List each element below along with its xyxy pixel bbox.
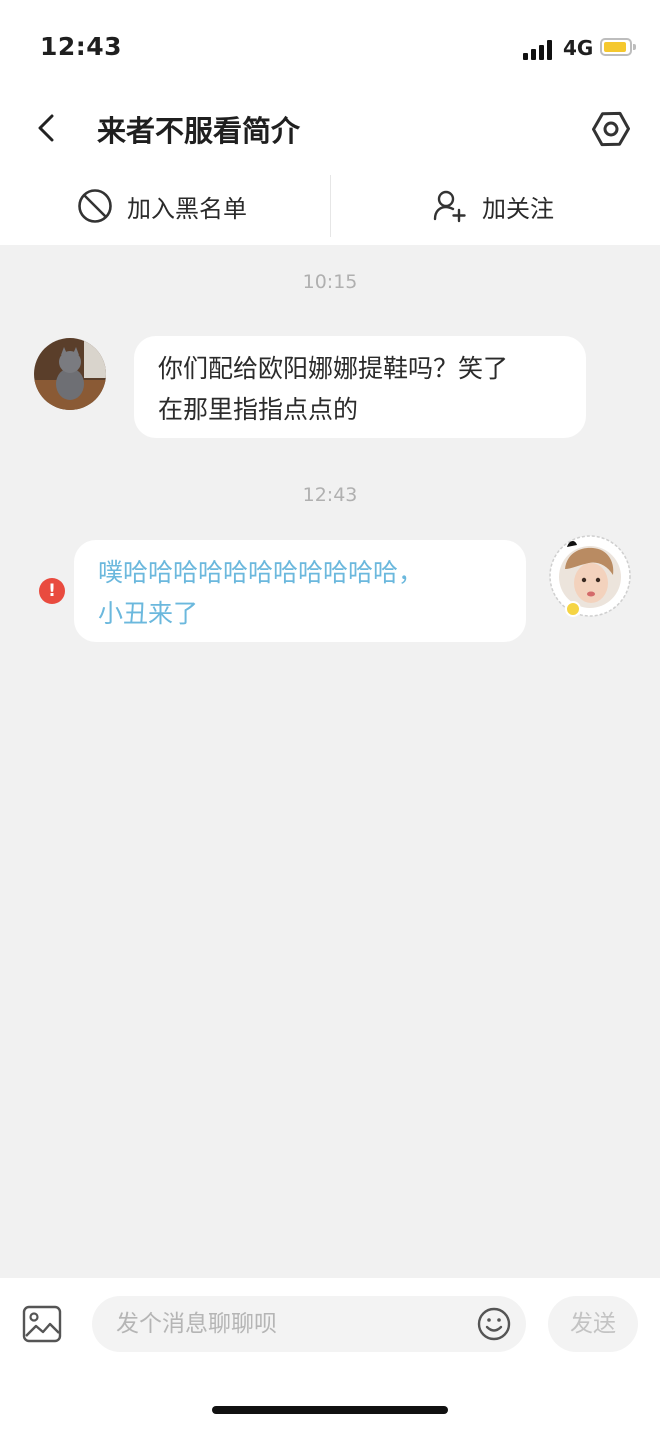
follow-label: 加关注 bbox=[482, 194, 554, 223]
child-photo-avatar bbox=[549, 535, 631, 617]
send-failed-icon[interactable]: ! bbox=[39, 578, 65, 604]
add-user-icon bbox=[433, 190, 466, 223]
settings-button[interactable] bbox=[588, 106, 634, 152]
contact-avatar[interactable] bbox=[34, 338, 106, 410]
hexagon-settings-icon bbox=[592, 111, 630, 147]
message-line: 你们配给欧阳娜娜提鞋吗？笑了 bbox=[158, 354, 509, 383]
send-button[interactable]: 发送 bbox=[548, 1296, 638, 1352]
status-bar: 12:43 4G bbox=[0, 0, 660, 92]
message-timestamp: 12:43 bbox=[302, 484, 358, 506]
smiley-icon bbox=[477, 1307, 511, 1341]
outgoing-message-bubble[interactable]: 噗哈哈哈哈哈哈哈哈哈哈哈， 小丑来了 bbox=[74, 540, 526, 642]
cat-photo-avatar bbox=[34, 338, 106, 410]
incoming-message-bubble[interactable]: 你们配给欧阳娜娜提鞋吗？笑了 在那里指指点点的 bbox=[134, 336, 586, 438]
message-line: 在那里指指点点的 bbox=[158, 395, 359, 424]
follow-button[interactable]: 加关注 bbox=[432, 167, 554, 245]
network-type: 4G bbox=[563, 36, 594, 60]
message-line: 小丑来了 bbox=[98, 599, 199, 628]
message-input[interactable] bbox=[92, 1296, 526, 1352]
image-icon bbox=[22, 1305, 62, 1343]
emoji-button[interactable] bbox=[476, 1306, 512, 1342]
message-line: 噗哈哈哈哈哈哈哈哈哈哈哈， bbox=[98, 558, 424, 587]
action-divider bbox=[330, 175, 331, 237]
page-title: 来者不服看简介 bbox=[97, 114, 301, 148]
home-indicator[interactable] bbox=[212, 1406, 448, 1414]
signal-icon bbox=[523, 38, 555, 60]
status-time: 12:43 bbox=[40, 32, 123, 61]
nav-bar: 来者不服看简介 bbox=[0, 92, 660, 167]
image-button[interactable] bbox=[22, 1305, 62, 1343]
battery-icon bbox=[600, 38, 636, 56]
block-icon bbox=[78, 189, 112, 223]
back-button[interactable] bbox=[28, 106, 68, 150]
my-avatar[interactable] bbox=[549, 535, 631, 617]
blacklist-button[interactable]: 加入黑名单 bbox=[77, 167, 247, 245]
blacklist-label: 加入黑名单 bbox=[127, 194, 247, 223]
chevron-left-icon bbox=[38, 114, 54, 142]
profile-actions: 加入黑名单 加关注 bbox=[0, 167, 660, 245]
input-bar: 发送 bbox=[0, 1278, 660, 1429]
message-timestamp: 10:15 bbox=[302, 271, 358, 293]
